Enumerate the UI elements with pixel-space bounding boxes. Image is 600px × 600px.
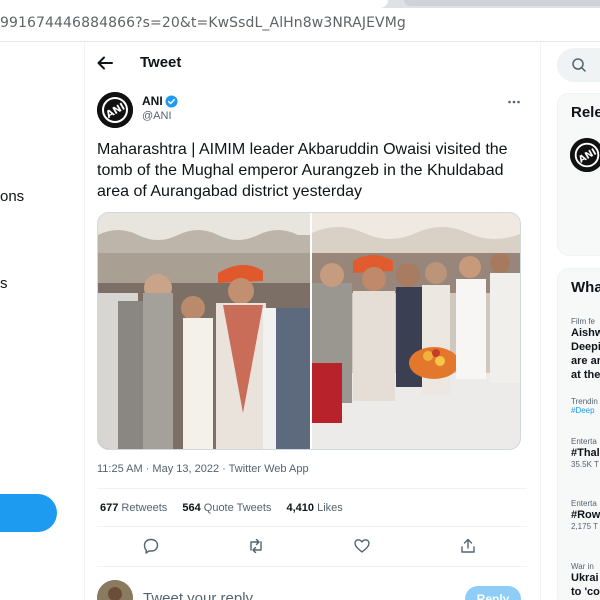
relevant-people-title: Rele	[571, 104, 600, 121]
tweet-text: Maharashtra | AIMIM leader Akbaruddin Ow…	[97, 141, 508, 200]
nav-item-notifications-fragment[interactable]: ons	[0, 188, 24, 205]
trend-item[interactable]: Trendin #Deep	[571, 397, 600, 415]
author-handle[interactable]: @ANI	[142, 110, 172, 122]
reply-input[interactable]: Tweet your reply	[143, 590, 253, 600]
more-icon[interactable]	[507, 95, 521, 109]
trend-line: Ukrai	[571, 572, 599, 584]
back-arrow-icon[interactable]	[95, 53, 115, 73]
tweet-header: Tweet	[85, 43, 540, 83]
trend-line: are ar	[571, 355, 600, 367]
compose-tweet-button[interactable]	[0, 494, 57, 532]
ani-logo-icon: ANI	[570, 138, 600, 172]
divider	[97, 526, 527, 527]
trend-context: Enterta	[571, 499, 597, 508]
trend-name: #Row	[571, 509, 600, 521]
tweet-media[interactable]	[97, 212, 521, 450]
author-name[interactable]: ANI	[142, 94, 163, 108]
divider	[97, 488, 527, 489]
trend-line: Aishw	[571, 327, 600, 339]
search-input[interactable]	[557, 48, 600, 82]
left-nav: ons s	[0, 43, 84, 600]
relevant-person-avatar[interactable]: ANI	[570, 138, 600, 172]
retweet-icon[interactable]	[247, 537, 265, 555]
trend-count: 35.5K T	[571, 460, 599, 469]
trend-line: to 'co	[571, 586, 600, 598]
ani-logo-icon: ANI	[97, 92, 133, 128]
trend-context: Trendin	[571, 397, 598, 406]
share-icon[interactable]	[459, 537, 477, 555]
browser-tabstrip	[0, 0, 600, 8]
url-text[interactable]: 991674446884866?s=20&t=KwSsdL_AlHn8w3NRA…	[0, 15, 406, 31]
reply-button[interactable]: Reply	[465, 586, 521, 600]
user-photo	[97, 580, 133, 600]
browser-tab-active[interactable]	[0, 0, 388, 8]
trend-line: Deepi	[571, 341, 600, 353]
trend-line: at the	[571, 369, 600, 381]
trend-item[interactable]: War in Ukrai to 'co	[571, 562, 600, 599]
page-title: Tweet	[140, 54, 182, 71]
media-split	[310, 213, 312, 449]
right-sidebar: Rele ANI Wha Film fe Aishw Deepi are ar …	[541, 43, 600, 600]
trend-context: War in	[571, 562, 594, 571]
trend-count: 2,175 T	[571, 522, 598, 531]
divider	[97, 566, 527, 567]
whats-happening-card: Wha Film fe Aishw Deepi are ar at the Tr…	[557, 268, 600, 600]
trend-context: Film fe	[571, 317, 595, 326]
trend-name: #Thal	[571, 447, 600, 459]
trend-context: Enterta	[571, 437, 597, 446]
verified-badge-icon	[165, 95, 178, 108]
address-bar[interactable]: 991674446884866?s=20&t=KwSsdL_AlHn8w3NRA…	[0, 8, 600, 42]
like-icon[interactable]	[353, 537, 371, 555]
trend-item[interactable]: Film fe Aishw Deepi are ar at the	[571, 317, 600, 382]
tweet-timestamp[interactable]: 11:25 AM · May 13, 2022 · Twitter Web Ap…	[97, 463, 309, 475]
user-avatar[interactable]	[97, 580, 133, 600]
browser-tab-inactive[interactable]	[404, 0, 600, 6]
tweet-stats: 677 Retweets 564 Quote Tweets 4,410 Like…	[100, 502, 355, 514]
trend-item[interactable]: Enterta #Thal 35.5K T	[571, 437, 600, 469]
nav-item-lists-fragment[interactable]: s	[0, 275, 8, 292]
retweets-stat[interactable]: 677 Retweets	[100, 502, 167, 514]
trend-item[interactable]: Enterta #Row 2,175 T	[571, 499, 600, 531]
relevant-people-card: Rele	[557, 93, 600, 256]
quote-tweets-stat[interactable]: 564 Quote Tweets	[182, 502, 271, 514]
author-avatar[interactable]: ANI	[97, 92, 133, 128]
likes-stat[interactable]: 4,410 Likes	[287, 502, 343, 514]
trend-hashtag[interactable]: #Deep	[571, 406, 600, 415]
search-icon	[572, 58, 586, 72]
tweet-detail-column: Tweet ANI ANI @ANI Maharashtra | AIMIM l…	[85, 43, 540, 600]
reply-icon[interactable]	[142, 537, 160, 555]
whats-happening-title: Wha	[571, 279, 600, 296]
